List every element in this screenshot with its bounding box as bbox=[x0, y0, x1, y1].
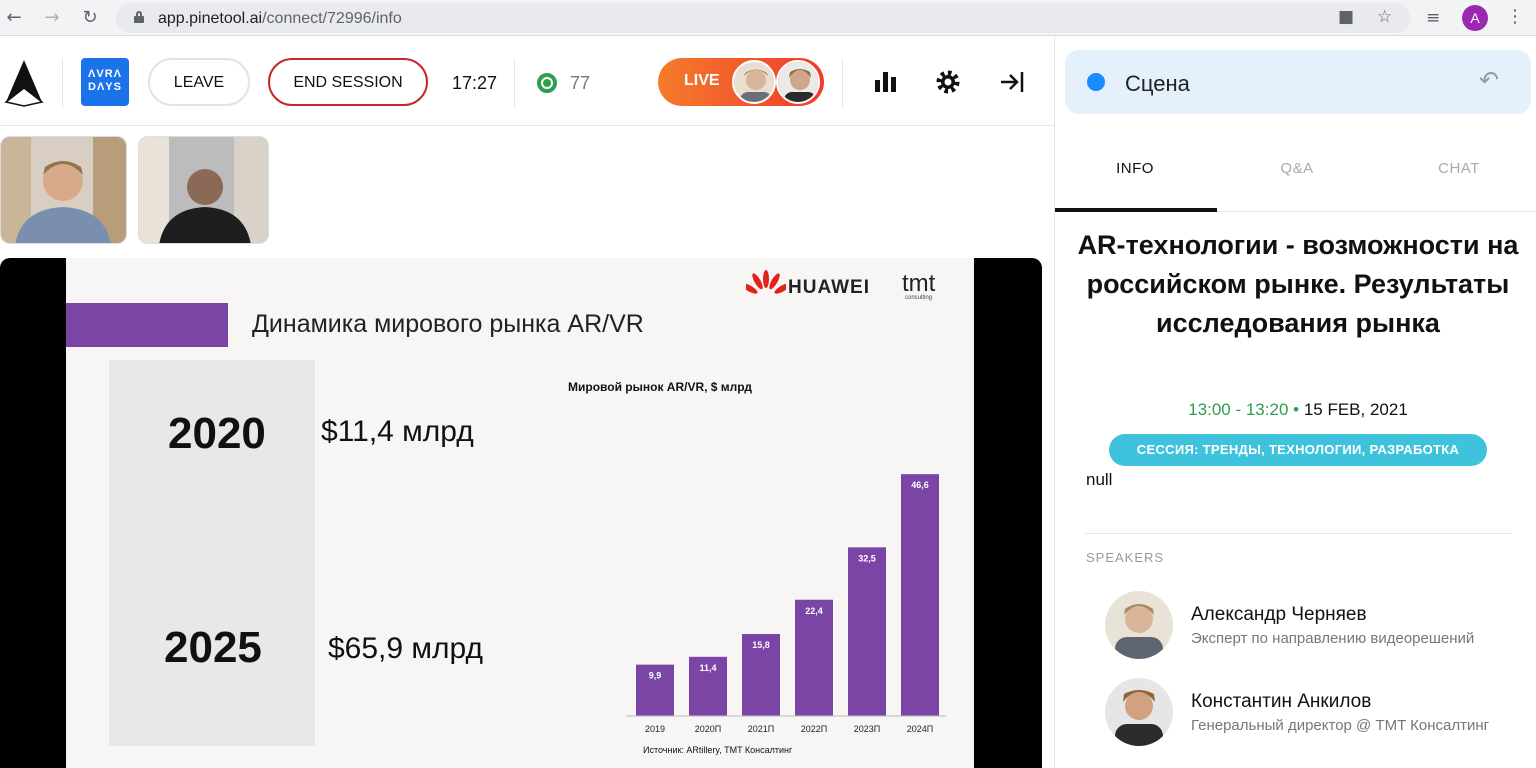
slide-accent-bar bbox=[66, 303, 228, 347]
leave-button[interactable]: LEAVE bbox=[148, 58, 250, 106]
app-toolbar: ΛVRΛ DΛYS LEAVE END SESSION 17:27 77 LIV… bbox=[0, 40, 1054, 126]
collapse-panel-icon[interactable] bbox=[998, 68, 1026, 96]
active-tab-indicator bbox=[1055, 208, 1217, 212]
media-icon[interactable]: ≡ bbox=[1426, 8, 1440, 28]
session-description: null bbox=[1086, 470, 1113, 489]
back-icon[interactable]: ← bbox=[2, 6, 26, 30]
url-text[interactable]: app.pinetool.ai/connect/72996/info bbox=[158, 10, 402, 28]
eye-icon bbox=[537, 73, 557, 93]
speaker-role: Эксперт по направлению видеорешений bbox=[1191, 630, 1475, 647]
speaker-avatar[interactable] bbox=[1105, 678, 1173, 746]
speaker-name[interactable]: Александр Черняев bbox=[1191, 604, 1367, 626]
scene-selector[interactable]: Сцена ↶ bbox=[1065, 50, 1531, 114]
speaker-name[interactable]: Константин Анкилов bbox=[1191, 691, 1371, 713]
star-icon[interactable]: ☆ bbox=[1377, 7, 1392, 27]
address-bar[interactable]: app.pinetool.ai/connect/72996/info ■ ☆ bbox=[116, 3, 1410, 33]
chart-data-label: 15,8 bbox=[752, 640, 770, 650]
chart-bar bbox=[795, 599, 833, 716]
avatar[interactable] bbox=[732, 60, 776, 104]
avatar[interactable] bbox=[776, 60, 820, 104]
stat-year-2020: 2020 bbox=[168, 409, 266, 458]
bar-chart: 9,9 2019 11,4 2020П 15,8 2021П 22,4 2022П 32,5 20… bbox=[626, 474, 946, 734]
end-session-button[interactable]: END SESSION bbox=[268, 58, 428, 106]
stat-value-2020: $11,4 млрд bbox=[321, 415, 474, 448]
live-label: LIVE bbox=[684, 72, 720, 89]
chart-data-label: 9,9 bbox=[649, 671, 662, 681]
chart-category-label: 2021П bbox=[748, 724, 775, 734]
viewer-count: 77 bbox=[570, 73, 591, 93]
panel-tabs: INFO Q&A CHAT bbox=[1055, 126, 1536, 212]
forward-icon[interactable]: → bbox=[40, 6, 64, 30]
toolbar-divider bbox=[842, 58, 843, 108]
reload-icon[interactable]: ↻ bbox=[78, 6, 102, 30]
chart-category-label: 2022П bbox=[801, 724, 828, 734]
camera-icon[interactable]: ■ bbox=[1338, 7, 1354, 27]
tab-chat[interactable]: CHAT bbox=[1379, 160, 1536, 177]
track-badge[interactable]: СЕССИЯ: ТРЕНДЫ, ТЕХНОЛОГИИ, РАЗРАБОТКА bbox=[1109, 434, 1487, 466]
stat-year-2025: 2025 bbox=[164, 623, 262, 672]
browser-chrome: ← → ↻ app.pinetool.ai/connect/72996/info… bbox=[0, 0, 1536, 36]
chart-bar bbox=[848, 547, 886, 716]
stat-value-2025: $65,9 млрд bbox=[328, 632, 484, 665]
session-time-range: 13:00 - 13:20 bbox=[1188, 400, 1289, 419]
slide-title: Динамика мирового рынка AR/VR bbox=[252, 310, 644, 338]
participant-video[interactable] bbox=[0, 136, 127, 244]
lock-icon bbox=[134, 11, 144, 23]
chart-category-label: 2019 bbox=[645, 724, 665, 734]
section-divider bbox=[1085, 533, 1511, 534]
undo-icon[interactable]: ↶ bbox=[1479, 66, 1499, 94]
presentation-slide: HUAWEI tmt consulting Динамика мирового … bbox=[66, 258, 974, 768]
chart-source: Источник: ARtillery, TMT Консалтинг bbox=[643, 745, 793, 755]
chart-data-label: 22,4 bbox=[805, 606, 823, 616]
menu-icon[interactable]: ⋮ bbox=[1506, 6, 1524, 27]
chart-category-label: 2020П bbox=[695, 724, 722, 734]
toolbar-divider bbox=[62, 58, 63, 108]
live-indicator[interactable]: LIVE bbox=[658, 58, 824, 106]
gear-icon[interactable] bbox=[934, 68, 962, 96]
chart-data-label: 11,4 bbox=[699, 663, 716, 673]
tab-info[interactable]: INFO bbox=[1055, 160, 1215, 177]
toolbar-divider bbox=[514, 58, 515, 108]
chart-category-label: 2023П bbox=[854, 724, 881, 734]
presentation-stage: HUAWEI tmt consulting Динамика мирового … bbox=[0, 258, 1042, 768]
session-date: 15 FEB, 2021 bbox=[1303, 400, 1408, 419]
session-time: 13:00 - 13:20 • 15 FEB, 2021 bbox=[1055, 400, 1536, 420]
speakers-header: SPEAKERS bbox=[1086, 550, 1165, 565]
participant-video[interactable] bbox=[138, 136, 269, 244]
chart-data-label: 46,6 bbox=[911, 480, 929, 490]
url-path: /connect/72996/info bbox=[262, 10, 402, 27]
huawei-logo-text: HUAWEI bbox=[788, 277, 870, 298]
session-clock: 17:27 bbox=[452, 73, 498, 93]
scene-label: Сцена bbox=[1125, 71, 1190, 96]
profile-avatar[interactable]: A bbox=[1462, 5, 1488, 31]
chart-bar bbox=[901, 474, 939, 716]
status-dot-icon bbox=[1087, 73, 1105, 91]
speaker-role: Генеральный директор @ TMT Консалтинг bbox=[1191, 717, 1490, 734]
url-host: app.pinetool.ai bbox=[158, 10, 263, 27]
stats-icon[interactable] bbox=[872, 68, 900, 96]
tab-qa[interactable]: Q&A bbox=[1217, 160, 1377, 177]
session-title: AR-технологии - возможности на российско… bbox=[1077, 230, 1519, 338]
tmt-logo-subtext: consulting bbox=[905, 295, 933, 301]
session-time-separator: • bbox=[1288, 400, 1304, 419]
event-logo: ΛVRΛ DΛYS bbox=[81, 58, 129, 106]
tmt-logo-text: tmt bbox=[902, 270, 936, 297]
app-logo-icon[interactable] bbox=[4, 58, 44, 108]
huawei-logo-icon bbox=[746, 270, 786, 294]
speaker-avatar[interactable] bbox=[1105, 591, 1173, 659]
chart-category-label: 2024П bbox=[907, 724, 934, 734]
chart-data-label: 32,5 bbox=[858, 553, 876, 563]
right-panel: Сцена ↶ INFO Q&A CHAT AR-технологии - во… bbox=[1054, 36, 1536, 768]
